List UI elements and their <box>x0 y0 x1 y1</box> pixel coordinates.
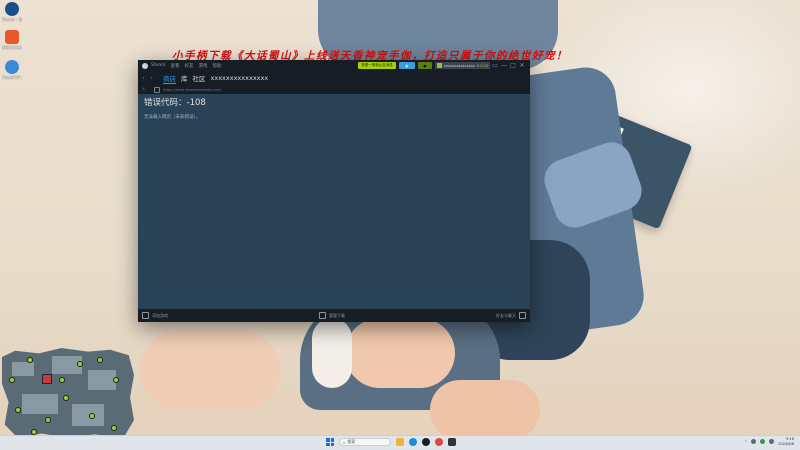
url-text[interactable]: https://store.steampowered.com/ <box>163 88 221 92</box>
chrome-icon[interactable] <box>435 438 443 446</box>
menu-bar: Steam 查看 好友 游戏 帮助 <box>151 63 222 69</box>
menu-item-games[interactable]: 游戏 <box>199 63 208 69</box>
system-tray: ^ 9:16 2024/6/6 <box>744 437 794 446</box>
steam-window: Steam 查看 好友 游戏 帮助 查看一条新公告消息 ◉ ● xxxxxxxx… <box>138 60 530 322</box>
map-marker <box>112 426 116 430</box>
map-marker <box>46 418 50 422</box>
account-name: xxxxxxxxxxxxxxx <box>443 63 475 68</box>
map-marker <box>78 362 82 366</box>
map-tile <box>22 394 58 414</box>
installer-icon <box>5 60 19 74</box>
windows-start-icon[interactable] <box>326 438 334 446</box>
wallet-balance: ¥ 0.00 <box>476 63 488 68</box>
clock[interactable]: 9:16 2024/6/6 <box>778 437 794 446</box>
status-bar: 添加游戏 管理下载 好友与聊天 <box>138 309 530 322</box>
map-marker <box>60 378 64 382</box>
wallpaper-foot <box>140 330 280 410</box>
tray-chevron-icon[interactable]: ^ <box>744 440 747 444</box>
page-content: 错误代码：-108 无法载入网页（未知错误）。 <box>138 94 530 309</box>
map-tile <box>12 362 34 376</box>
steam-icon <box>5 2 19 16</box>
clock-date: 2024/6/6 <box>778 441 794 446</box>
edge-browser-icon[interactable] <box>409 438 417 446</box>
chat-icon <box>519 312 526 319</box>
map-marker <box>10 378 14 382</box>
menu-item-friends[interactable]: 好友 <box>185 63 194 69</box>
minimize-button[interactable]: — <box>500 62 508 69</box>
desktop-icon-folder[interactable]: 新建文件夹 <box>2 30 22 50</box>
search-icon: ⌕ <box>343 439 346 445</box>
account-menu[interactable]: xxxxxxxxxxxxxxx ¥ 0.00 <box>434 62 490 69</box>
title-bar: Steam 查看 好友 游戏 帮助 查看一条新公告消息 ◉ ● xxxxxxxx… <box>138 60 530 71</box>
big-picture-button[interactable]: ▭ <box>491 62 499 69</box>
steam-taskbar-icon[interactable] <box>422 438 430 446</box>
avatar <box>436 63 442 68</box>
wallpaper-hand <box>430 380 540 440</box>
map-marker <box>16 408 20 412</box>
menu-item-steam[interactable]: Steam <box>151 63 166 69</box>
bell-icon: ● <box>423 63 427 68</box>
tab-profile[interactable]: xxxxxxxxxxxxxxx <box>211 74 269 82</box>
broadcast-icon: ◉ <box>405 63 409 68</box>
app-icon <box>5 30 19 44</box>
back-arrow-icon[interactable]: ‹ <box>142 74 150 82</box>
tab-store[interactable]: 商店 <box>163 73 176 84</box>
forward-arrow-icon[interactable]: › <box>150 74 158 82</box>
plus-icon <box>142 312 149 319</box>
error-code-title: 错误代码：-108 <box>144 98 206 108</box>
map-tile <box>88 370 116 390</box>
friends-chat-label: 好友与聊天 <box>496 312 516 318</box>
manage-downloads-label: 管理下载 <box>329 312 345 318</box>
tab-community[interactable]: 社区 <box>193 73 206 83</box>
map-marker <box>32 430 36 434</box>
map-player-marker <box>42 374 52 384</box>
lock-icon <box>154 86 160 93</box>
volume-icon[interactable] <box>769 439 775 444</box>
game-app-icon[interactable] <box>448 438 456 446</box>
reload-icon[interactable]: ↻ <box>142 87 150 93</box>
taskbar-search-box[interactable]: ⌕ 搜索 <box>339 438 391 446</box>
game-minimap <box>2 348 134 438</box>
menu-item-help[interactable]: 帮助 <box>213 63 222 69</box>
close-button[interactable]: ✕ <box>518 62 526 69</box>
map-tile <box>72 404 104 426</box>
friends-chat-button[interactable]: 好友与聊天 <box>496 312 526 319</box>
wallpaper-shirt <box>312 318 352 388</box>
broadcast-button[interactable]: ◉ <box>398 62 415 69</box>
add-game-button[interactable]: 添加游戏 <box>142 312 168 319</box>
map-marker <box>64 396 68 400</box>
steam-logo-icon <box>142 62 148 69</box>
search-placeholder: 搜索 <box>347 439 356 444</box>
notification-button[interactable]: ● <box>417 62 432 69</box>
add-game-label: 添加游戏 <box>152 312 168 318</box>
app-tray-icon[interactable] <box>760 439 766 444</box>
maximize-button[interactable]: □ <box>509 62 517 69</box>
taskbar: ⌕ 搜索 ^ 9:16 2024/6/6 <box>0 435 800 450</box>
download-icon <box>319 312 326 319</box>
manage-downloads-button[interactable]: 管理下载 <box>319 312 345 319</box>
menu-item-view[interactable]: 查看 <box>171 63 180 69</box>
map-marker <box>28 358 32 362</box>
error-message: 无法载入网页（未知错误）。 <box>144 115 201 120</box>
file-explorer-icon[interactable] <box>396 438 404 446</box>
taskbar-center: ⌕ 搜索 <box>326 438 456 446</box>
desktop-icon-installer[interactable]: FlashFXP 安装程序 <box>2 60 22 80</box>
announcement-button[interactable]: 查看一条新公告消息 <box>358 62 396 69</box>
tab-library[interactable]: 库 <box>181 73 188 83</box>
network-icon[interactable] <box>751 439 757 444</box>
map-marker <box>114 378 118 382</box>
wallpaper-belly <box>345 318 455 388</box>
nav-bar: ‹ › 商店 库 社区 xxxxxxxxxxxxxxx <box>138 71 530 85</box>
desktop-icon-steam[interactable]: Steam - 快捷方式 <box>2 2 22 22</box>
map-marker <box>98 358 102 362</box>
map-marker <box>90 414 94 418</box>
